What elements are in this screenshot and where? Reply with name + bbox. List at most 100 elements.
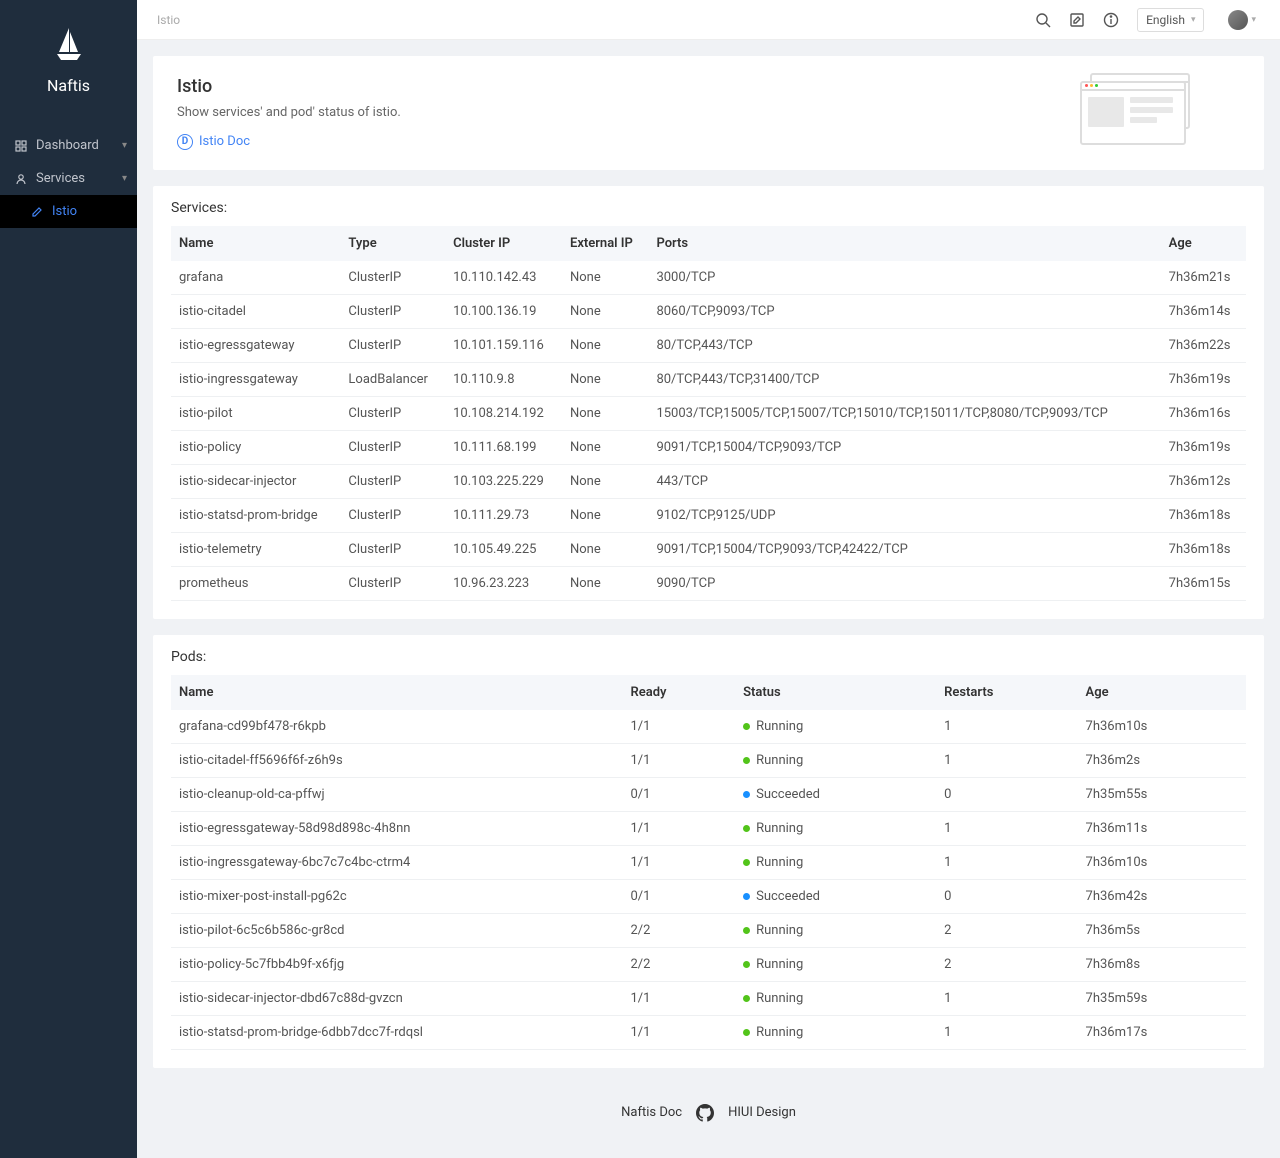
status-dot-icon <box>743 927 750 934</box>
edit-icon[interactable] <box>1069 12 1085 28</box>
cell-type: ClusterIP <box>340 532 445 566</box>
col-status[interactable]: Status <box>735 675 936 710</box>
info-icon[interactable] <box>1103 12 1119 28</box>
table-row[interactable]: istio-cleanup-old-ca-pffwj0/1Succeeded07… <box>171 777 1246 811</box>
table-row[interactable]: istio-ingressgatewayLoadBalancer10.110.9… <box>171 362 1246 396</box>
table-row[interactable]: istio-sidecar-injectorClusterIP10.103.22… <box>171 464 1246 498</box>
table-row[interactable]: istio-citadel-ff5696f6f-z6h9s1/1Running1… <box>171 743 1246 777</box>
cell-ports: 9102/TCP,9125/UDP <box>648 498 1160 532</box>
col-type[interactable]: Type <box>340 226 445 261</box>
naftis-doc-link[interactable]: Naftis Doc <box>621 1105 682 1120</box>
sidebar-item-services[interactable]: Services ▾ <box>0 162 137 195</box>
status-label: Running <box>756 923 803 938</box>
users-icon <box>14 173 28 185</box>
cell-name: istio-cleanup-old-ca-pffwj <box>171 777 623 811</box>
user-menu[interactable]: ▾ <box>1222 10 1256 30</box>
cell-ready: 1/1 <box>623 811 736 845</box>
cell-name: grafana-cd99bf478-r6kpb <box>171 710 623 744</box>
search-icon[interactable] <box>1035 12 1051 28</box>
table-header-row: Name Type Cluster IP External IP Ports A… <box>171 226 1246 261</box>
services-panel: Services: Name Type Cluster IP External … <box>153 186 1264 619</box>
table-row[interactable]: istio-pilotClusterIP10.108.214.192None15… <box>171 396 1246 430</box>
cell-name: grafana <box>171 261 340 295</box>
cell-age: 7h36m5s <box>1078 913 1246 947</box>
cell-type: LoadBalancer <box>340 362 445 396</box>
hiui-design-link[interactable]: HIUI Design <box>728 1105 796 1120</box>
github-icon[interactable] <box>696 1104 714 1122</box>
chevron-down-icon: ▾ <box>122 173 127 184</box>
table-row[interactable]: istio-telemetryClusterIP10.105.49.225Non… <box>171 532 1246 566</box>
cell-name: istio-statsd-prom-bridge <box>171 498 340 532</box>
cell-age: 7h36m16s <box>1161 396 1246 430</box>
istio-doc-link[interactable]: D Istio Doc <box>177 134 250 150</box>
chevron-down-icon: ▾ <box>1191 15 1196 25</box>
cell-cluster-ip: 10.111.68.199 <box>445 430 562 464</box>
table-row[interactable]: istio-policyClusterIP10.111.68.199None90… <box>171 430 1246 464</box>
table-row[interactable]: istio-egressgateway-58d98d898c-4h8nn1/1R… <box>171 811 1246 845</box>
cell-name: istio-statsd-prom-bridge-6dbb7dcc7f-rdqs… <box>171 1015 623 1049</box>
cell-name: istio-telemetry <box>171 532 340 566</box>
cell-cluster-ip: 10.103.225.229 <box>445 464 562 498</box>
topbar: Istio English ▾ ▾ <box>137 0 1280 40</box>
col-ports[interactable]: Ports <box>648 226 1160 261</box>
table-row[interactable]: istio-policy-5c7fbb4b9f-x6fjg2/2Running2… <box>171 947 1246 981</box>
status-label: Running <box>756 719 803 734</box>
cell-age: 7h35m55s <box>1078 777 1246 811</box>
cell-name: istio-ingressgateway-6bc7c7c4bc-ctrm4 <box>171 845 623 879</box>
cell-status: Running <box>735 1015 936 1049</box>
cell-external-ip: None <box>562 532 648 566</box>
cell-status: Running <box>735 981 936 1015</box>
col-name[interactable]: Name <box>171 675 623 710</box>
table-row[interactable]: istio-sidecar-injector-dbd67c88d-gvzcn1/… <box>171 981 1246 1015</box>
dashboard-icon <box>14 140 28 152</box>
table-row[interactable]: istio-citadelClusterIP10.100.136.19None8… <box>171 294 1246 328</box>
cell-name: istio-pilot <box>171 396 340 430</box>
table-row[interactable]: prometheusClusterIP10.96.23.223None9090/… <box>171 566 1246 600</box>
sidebar-item-dashboard[interactable]: Dashboard▾ <box>0 129 137 162</box>
status-label: Running <box>756 957 803 972</box>
cell-external-ip: None <box>562 261 648 295</box>
cell-restarts: 0 <box>936 879 1077 913</box>
cell-restarts: 1 <box>936 1015 1077 1049</box>
language-select[interactable]: English ▾ <box>1137 8 1204 32</box>
table-row[interactable]: grafana-cd99bf478-r6kpb1/1Running17h36m1… <box>171 710 1246 744</box>
table-row[interactable]: grafanaClusterIP10.110.142.43None3000/TC… <box>171 261 1246 295</box>
table-row[interactable]: istio-mixer-post-install-pg62c0/1Succeed… <box>171 879 1246 913</box>
table-row[interactable]: istio-statsd-prom-bridgeClusterIP10.111.… <box>171 498 1246 532</box>
sidebar-item-label: Services <box>36 171 85 186</box>
table-row[interactable]: istio-statsd-prom-bridge-6dbb7dcc7f-rdqs… <box>171 1015 1246 1049</box>
col-external-ip[interactable]: External IP <box>562 226 648 261</box>
cell-status: Succeeded <box>735 879 936 913</box>
col-ready[interactable]: Ready <box>623 675 736 710</box>
col-age[interactable]: Age <box>1078 675 1246 710</box>
cell-ready: 0/1 <box>623 777 736 811</box>
cell-age: 7h36m19s <box>1161 362 1246 396</box>
sailboat-icon <box>55 28 83 66</box>
status-dot-icon <box>743 791 750 798</box>
cell-name: prometheus <box>171 566 340 600</box>
col-restarts[interactable]: Restarts <box>936 675 1077 710</box>
sidebar-item-istio[interactable]: Istio <box>0 195 137 228</box>
cell-cluster-ip: 10.105.49.225 <box>445 532 562 566</box>
cell-restarts: 1 <box>936 981 1077 1015</box>
col-name[interactable]: Name <box>171 226 340 261</box>
col-age[interactable]: Age <box>1161 226 1246 261</box>
cell-ports: 80/TCP,443/TCP <box>648 328 1160 362</box>
cell-type: ClusterIP <box>340 430 445 464</box>
table-row[interactable]: istio-egressgatewayClusterIP10.101.159.1… <box>171 328 1246 362</box>
nav: Dashboard▾ Services ▾ Istio <box>0 129 137 228</box>
cell-cluster-ip: 10.111.29.73 <box>445 498 562 532</box>
cell-age: 7h35m59s <box>1078 981 1246 1015</box>
cell-name: istio-egressgateway-58d98d898c-4h8nn <box>171 811 623 845</box>
cell-restarts: 1 <box>936 710 1077 744</box>
table-row[interactable]: istio-ingressgateway-6bc7c7c4bc-ctrm41/1… <box>171 845 1246 879</box>
cell-ready: 1/1 <box>623 710 736 744</box>
cell-cluster-ip: 10.110.142.43 <box>445 261 562 295</box>
chevron-down-icon: ▾ <box>1251 15 1256 25</box>
col-cluster-ip[interactable]: Cluster IP <box>445 226 562 261</box>
pencil-icon <box>30 206 44 218</box>
avatar <box>1228 10 1248 30</box>
cell-age: 7h36m18s <box>1161 498 1246 532</box>
cell-ready: 1/1 <box>623 981 736 1015</box>
table-row[interactable]: istio-pilot-6c5c6b586c-gr8cd2/2Running27… <box>171 913 1246 947</box>
